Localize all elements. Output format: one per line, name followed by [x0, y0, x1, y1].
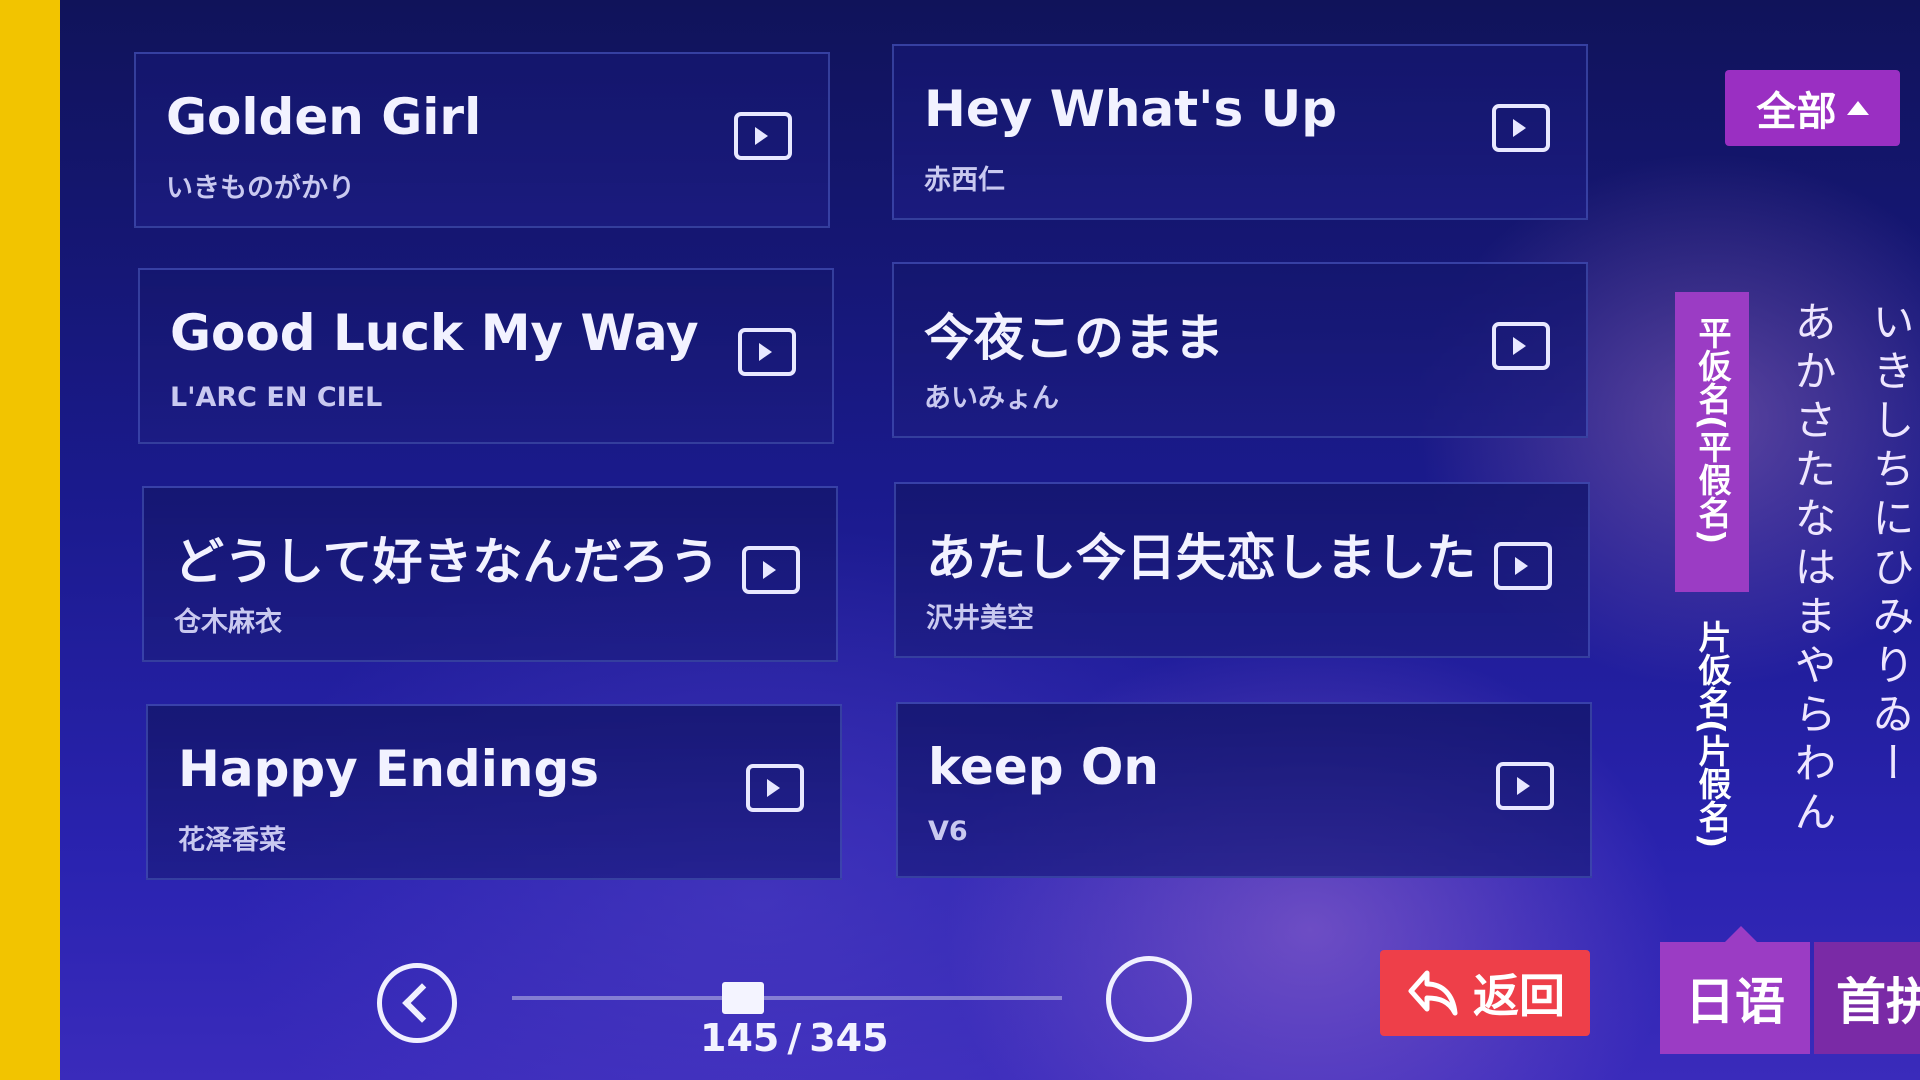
total-pages: 345 — [809, 1016, 889, 1060]
song-card[interactable]: Good Luck My Way L'ARC EN CIEL — [138, 268, 834, 444]
karaoke-screen: Golden Girl いきものがかり Hey What's Up 赤西仁 Go… — [60, 0, 1920, 1080]
current-page: 145 — [700, 1016, 780, 1060]
song-card[interactable]: Happy Endings 花泽香菜 — [146, 704, 842, 880]
song-title: Hey What's Up — [924, 80, 1338, 138]
play-icon[interactable] — [738, 328, 796, 376]
play-icon[interactable] — [1494, 542, 1552, 590]
play-icon[interactable] — [1496, 762, 1554, 810]
song-artist: 花泽香菜 — [178, 825, 286, 856]
song-card[interactable]: Golden Girl いきものがかり — [134, 52, 830, 228]
song-title: どうして好きなんだろう — [174, 533, 720, 591]
page-slider[interactable] — [512, 982, 1062, 1014]
caret-up-icon — [1846, 101, 1869, 115]
song-title: 今夜このまま — [924, 309, 1224, 367]
song-card[interactable]: どうして好きなんだろう 仓木麻衣 — [142, 486, 838, 662]
play-icon[interactable] — [1492, 104, 1550, 152]
return-arrow-icon — [1408, 970, 1458, 1016]
song-card[interactable]: 今夜このまま あいみょん — [892, 262, 1588, 438]
return-button[interactable]: 返回 — [1380, 950, 1590, 1036]
tab-hiragana[interactable]: 平仮名(平假名) — [1675, 292, 1749, 592]
song-card[interactable]: あたし今日失恋しました 沢井美空 — [894, 482, 1590, 658]
return-label: 返回 — [1473, 969, 1565, 1023]
play-icon[interactable] — [746, 764, 804, 812]
song-card[interactable]: Hey What's Up 赤西仁 — [892, 44, 1588, 220]
tab-language-japanese[interactable]: 日语 — [1660, 926, 1810, 1054]
song-artist: 赤西仁 — [924, 165, 1005, 196]
previous-page-button[interactable] — [377, 963, 457, 1043]
tab-first-letter[interactable]: 首拼 — [1814, 942, 1920, 1054]
chevron-left-icon — [402, 983, 442, 1023]
play-icon[interactable] — [1492, 322, 1550, 370]
song-artist: V6 — [928, 816, 968, 847]
slider-thumb[interactable] — [722, 982, 764, 1014]
tab-katakana[interactable]: 片仮名(片假名) — [1675, 620, 1749, 890]
kana-column-a[interactable]: あかさたなはまやらわん — [1782, 300, 1842, 839]
song-title: Happy Endings — [178, 740, 599, 798]
song-title: あたし今日失恋しました — [926, 529, 1476, 587]
song-title: Good Luck My Way — [170, 304, 699, 362]
home-button[interactable] — [1106, 956, 1192, 1042]
all-filter-label: 全部 — [1756, 89, 1837, 135]
song-artist: 沢井美空 — [926, 603, 1034, 634]
all-filter-button[interactable]: 全部 — [1725, 70, 1900, 146]
kana-column-i[interactable]: いきしちにひみりゐー — [1860, 300, 1920, 790]
song-artist: あいみょん — [924, 383, 1059, 414]
song-title: keep On — [928, 738, 1160, 796]
song-artist: 仓木麻衣 — [174, 607, 282, 638]
page-counter: 145/345 — [700, 1016, 889, 1060]
song-artist: L'ARC EN CIEL — [170, 382, 383, 413]
play-icon[interactable] — [742, 546, 800, 594]
song-artist: いきものがかり — [166, 173, 355, 204]
play-icon[interactable] — [734, 112, 792, 160]
song-card[interactable]: keep On V6 — [896, 702, 1592, 878]
song-title: Golden Girl — [166, 88, 482, 146]
